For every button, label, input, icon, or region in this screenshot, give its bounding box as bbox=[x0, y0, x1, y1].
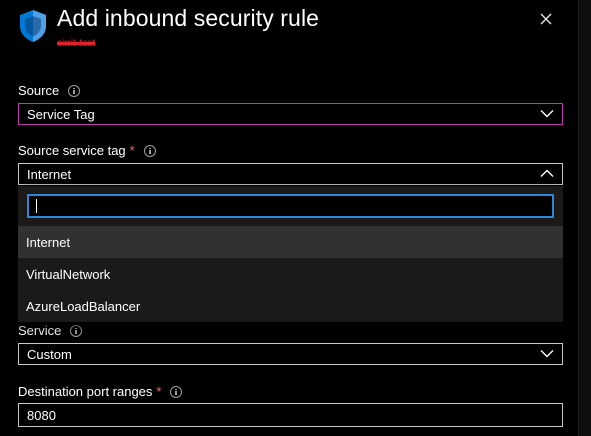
required-marker: * bbox=[156, 384, 162, 399]
source-label-row: Source bbox=[18, 83, 81, 98]
dropdown-option-azureloadbalancer[interactable]: AzureLoadBalancer bbox=[18, 290, 563, 322]
chevron-down-icon bbox=[540, 350, 554, 358]
service-label: Service bbox=[18, 323, 62, 338]
service-label-row: Service bbox=[18, 323, 83, 338]
service-select[interactable]: Custom bbox=[18, 343, 563, 365]
resource-name-subtitle: cirrit-test bbox=[57, 38, 96, 49]
destination-port-ranges-value: 8080 bbox=[27, 407, 56, 423]
service-tag-search-input[interactable] bbox=[27, 194, 554, 218]
chevron-up-icon bbox=[540, 169, 554, 177]
source-service-tag-label: Source service tag bbox=[18, 143, 126, 158]
destination-port-ranges-label: Destination port ranges bbox=[18, 384, 153, 399]
add-inbound-rule-panel: Add inbound security rule cirrit-test So… bbox=[0, 0, 578, 436]
destination-port-ranges-label-row: Destination port ranges * bbox=[18, 384, 183, 399]
service-tag-dropdown: Internet VirtualNetwork AzureLoadBalance… bbox=[18, 186, 563, 322]
info-icon[interactable] bbox=[143, 144, 156, 157]
text-caret bbox=[36, 199, 37, 213]
option-label: Internet bbox=[26, 234, 71, 250]
info-icon[interactable] bbox=[70, 324, 83, 337]
option-label: AzureLoadBalancer bbox=[26, 298, 141, 314]
dropdown-option-internet[interactable]: Internet bbox=[18, 226, 563, 258]
required-marker: * bbox=[129, 143, 135, 158]
close-icon[interactable] bbox=[536, 9, 556, 29]
chevron-down-icon bbox=[540, 110, 554, 118]
dropdown-option-virtualnetwork[interactable]: VirtualNetwork bbox=[18, 258, 563, 290]
info-icon[interactable] bbox=[68, 84, 81, 97]
service-value: Custom bbox=[27, 346, 72, 362]
source-label: Source bbox=[18, 83, 60, 98]
source-service-tag-label-row: Source service tag * bbox=[18, 143, 156, 158]
source-service-tag-select[interactable]: Internet bbox=[18, 163, 563, 185]
shield-icon bbox=[20, 10, 46, 42]
destination-port-ranges-input[interactable]: 8080 bbox=[18, 403, 563, 427]
info-icon[interactable] bbox=[170, 385, 183, 398]
scrollbar[interactable] bbox=[578, 0, 591, 436]
source-select[interactable]: Service Tag bbox=[18, 103, 563, 125]
source-value: Service Tag bbox=[27, 106, 95, 122]
source-service-tag-value: Internet bbox=[27, 166, 72, 182]
option-label: VirtualNetwork bbox=[26, 266, 111, 282]
page-title: Add inbound security rule bbox=[57, 5, 320, 31]
